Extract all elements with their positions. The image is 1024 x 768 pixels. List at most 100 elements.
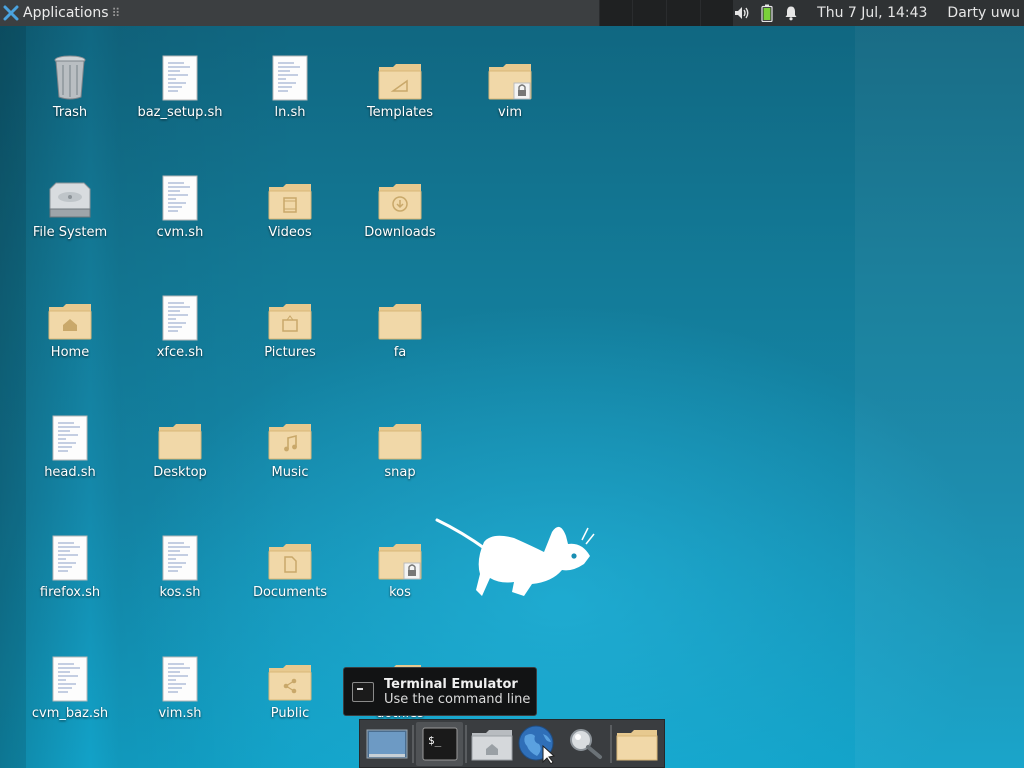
icon-label: Trash [52,105,88,120]
workspace-1[interactable] [598,0,633,26]
desktop-icon-documents[interactable]: Documents [240,525,340,600]
dock-separator [609,724,612,763]
folder-launcher[interactable] [614,722,660,766]
dock-separator [412,724,415,763]
workspace-4[interactable] [699,0,734,26]
desktop-icon-pictures[interactable]: Pictures [240,285,340,360]
desktop-icon-downloads[interactable]: Downloads [350,165,450,240]
icon-label: kos [389,585,411,600]
pictures-folder-icon [268,304,312,340]
hard-drive-icon [49,182,91,218]
terminal-icon: $_ [422,727,457,760]
icon-label: File System [32,225,108,240]
script-file-icon [162,656,198,702]
folder-icon [158,424,202,460]
wallpaper-shade-right [855,26,1024,768]
desktop-icon-file-system[interactable]: File System [20,165,120,240]
clock[interactable]: Thu 7 Jul, 14:43 [817,5,927,21]
home-folder-icon [48,304,92,340]
applications-menu-button[interactable]: Applications ⠿ [0,0,599,26]
desktop-icon-kos-sh[interactable]: kos.sh [130,525,230,600]
downloads-folder-icon [378,184,422,220]
terminal-icon [352,681,374,702]
icon-label: head.sh [44,465,96,480]
bottom-dock: $_ [359,719,665,768]
icon-label: firefox.sh [39,585,101,600]
desktop-icon-cvm-baz-sh[interactable]: cvm_baz.sh [20,646,120,721]
desktop-icon-desktop[interactable]: Desktop [130,405,230,480]
user-menu[interactable]: Darty uwu [947,5,1020,21]
desktop-icon-vim-sh[interactable]: vim.sh [130,646,230,721]
script-file-icon [272,55,308,101]
script-file-icon [162,535,198,581]
app-finder-icon [569,728,602,759]
desktop-icon-kos[interactable]: kos [350,525,450,600]
videos-folder-icon [268,184,312,220]
show-desktop-icon [366,729,408,758]
desktop-icon-ln-sh[interactable]: ln.sh [240,45,340,120]
desktop-icon-snap[interactable]: snap [350,405,450,480]
workspace-3[interactable] [665,0,700,26]
folder-icon [378,424,422,460]
trash-icon [54,55,86,100]
locked-folder-icon [378,544,422,580]
desktop-icon-templates[interactable]: Templates [350,45,450,120]
public-folder-icon [268,665,312,701]
desktop-icon-vim[interactable]: vim [460,45,560,120]
system-tray: Thu 7 Jul, 14:43 Darty uwu [733,4,1024,22]
terminal-launcher[interactable]: $_ [416,721,463,766]
script-file-icon [52,535,88,581]
folder-icon [616,729,658,760]
app-finder-launcher[interactable] [561,722,607,766]
script-file-icon [162,175,198,221]
desktop-icon-xfce-sh[interactable]: xfce.sh [130,285,230,360]
icon-label: vim.sh [158,706,202,721]
script-file-icon [52,415,88,461]
top-panel: Applications ⠿ Thu 7 Jul, 14:43 Darty uw… [0,0,1024,26]
desktop-icon-videos[interactable]: Videos [240,165,340,240]
script-file-icon [52,656,88,702]
icon-label: Home [50,345,90,360]
icon-label: cvm_baz.sh [31,706,109,721]
icon-label: Public [270,706,310,721]
desktop-icon-public[interactable]: Public [240,646,340,721]
desktop-icon-firefox-sh[interactable]: firefox.sh [20,525,120,600]
workspace-2[interactable] [632,0,666,26]
desktop-icon-cvm-sh[interactable]: cvm.sh [130,165,230,240]
file-manager-launcher[interactable] [469,722,515,766]
icon-label: Pictures [264,345,316,360]
templates-folder-icon [378,64,422,100]
icon-label: Music [271,465,309,480]
desktop-icon-trash[interactable]: Trash [20,45,120,120]
icon-label: Desktop [153,465,207,480]
documents-folder-icon [268,544,312,580]
icon-label: Downloads [364,225,436,240]
folder-icon [378,304,422,340]
desktop-icon-music[interactable]: Music [240,405,340,480]
desktop-icon-head-sh[interactable]: head.sh [20,405,120,480]
terminal-tooltip: Terminal Emulator Use the command line [343,667,537,716]
show-desktop-button[interactable] [364,722,410,766]
svg-text:$_: $_ [428,734,442,747]
desktop-icon-baz-setup-sh[interactable]: baz_setup.sh [130,45,230,120]
script-file-icon [162,295,198,341]
notifications-bell-icon[interactable] [783,5,799,21]
dock-separator [464,724,467,763]
desktop-icon-home[interactable]: Home [20,285,120,360]
icon-label: vim [498,105,522,120]
icon-label: fa [393,345,407,360]
locked-folder-icon [488,64,532,100]
icon-label: Templates [366,105,434,120]
battery-icon[interactable] [761,4,773,22]
icon-label: kos.sh [159,585,201,600]
icon-label: snap [384,465,416,480]
volume-icon[interactable] [733,5,751,21]
icon-label: Documents [252,585,328,600]
web-browser-launcher[interactable] [515,722,561,766]
tooltip-subtitle: Use the command line [384,691,531,707]
desktop-icon-fa[interactable]: fa [350,285,450,360]
icon-label: xfce.sh [156,345,204,360]
applications-label: Applications [23,5,109,21]
icon-label: baz_setup.sh [137,105,223,120]
web-browser-icon [518,725,556,764]
